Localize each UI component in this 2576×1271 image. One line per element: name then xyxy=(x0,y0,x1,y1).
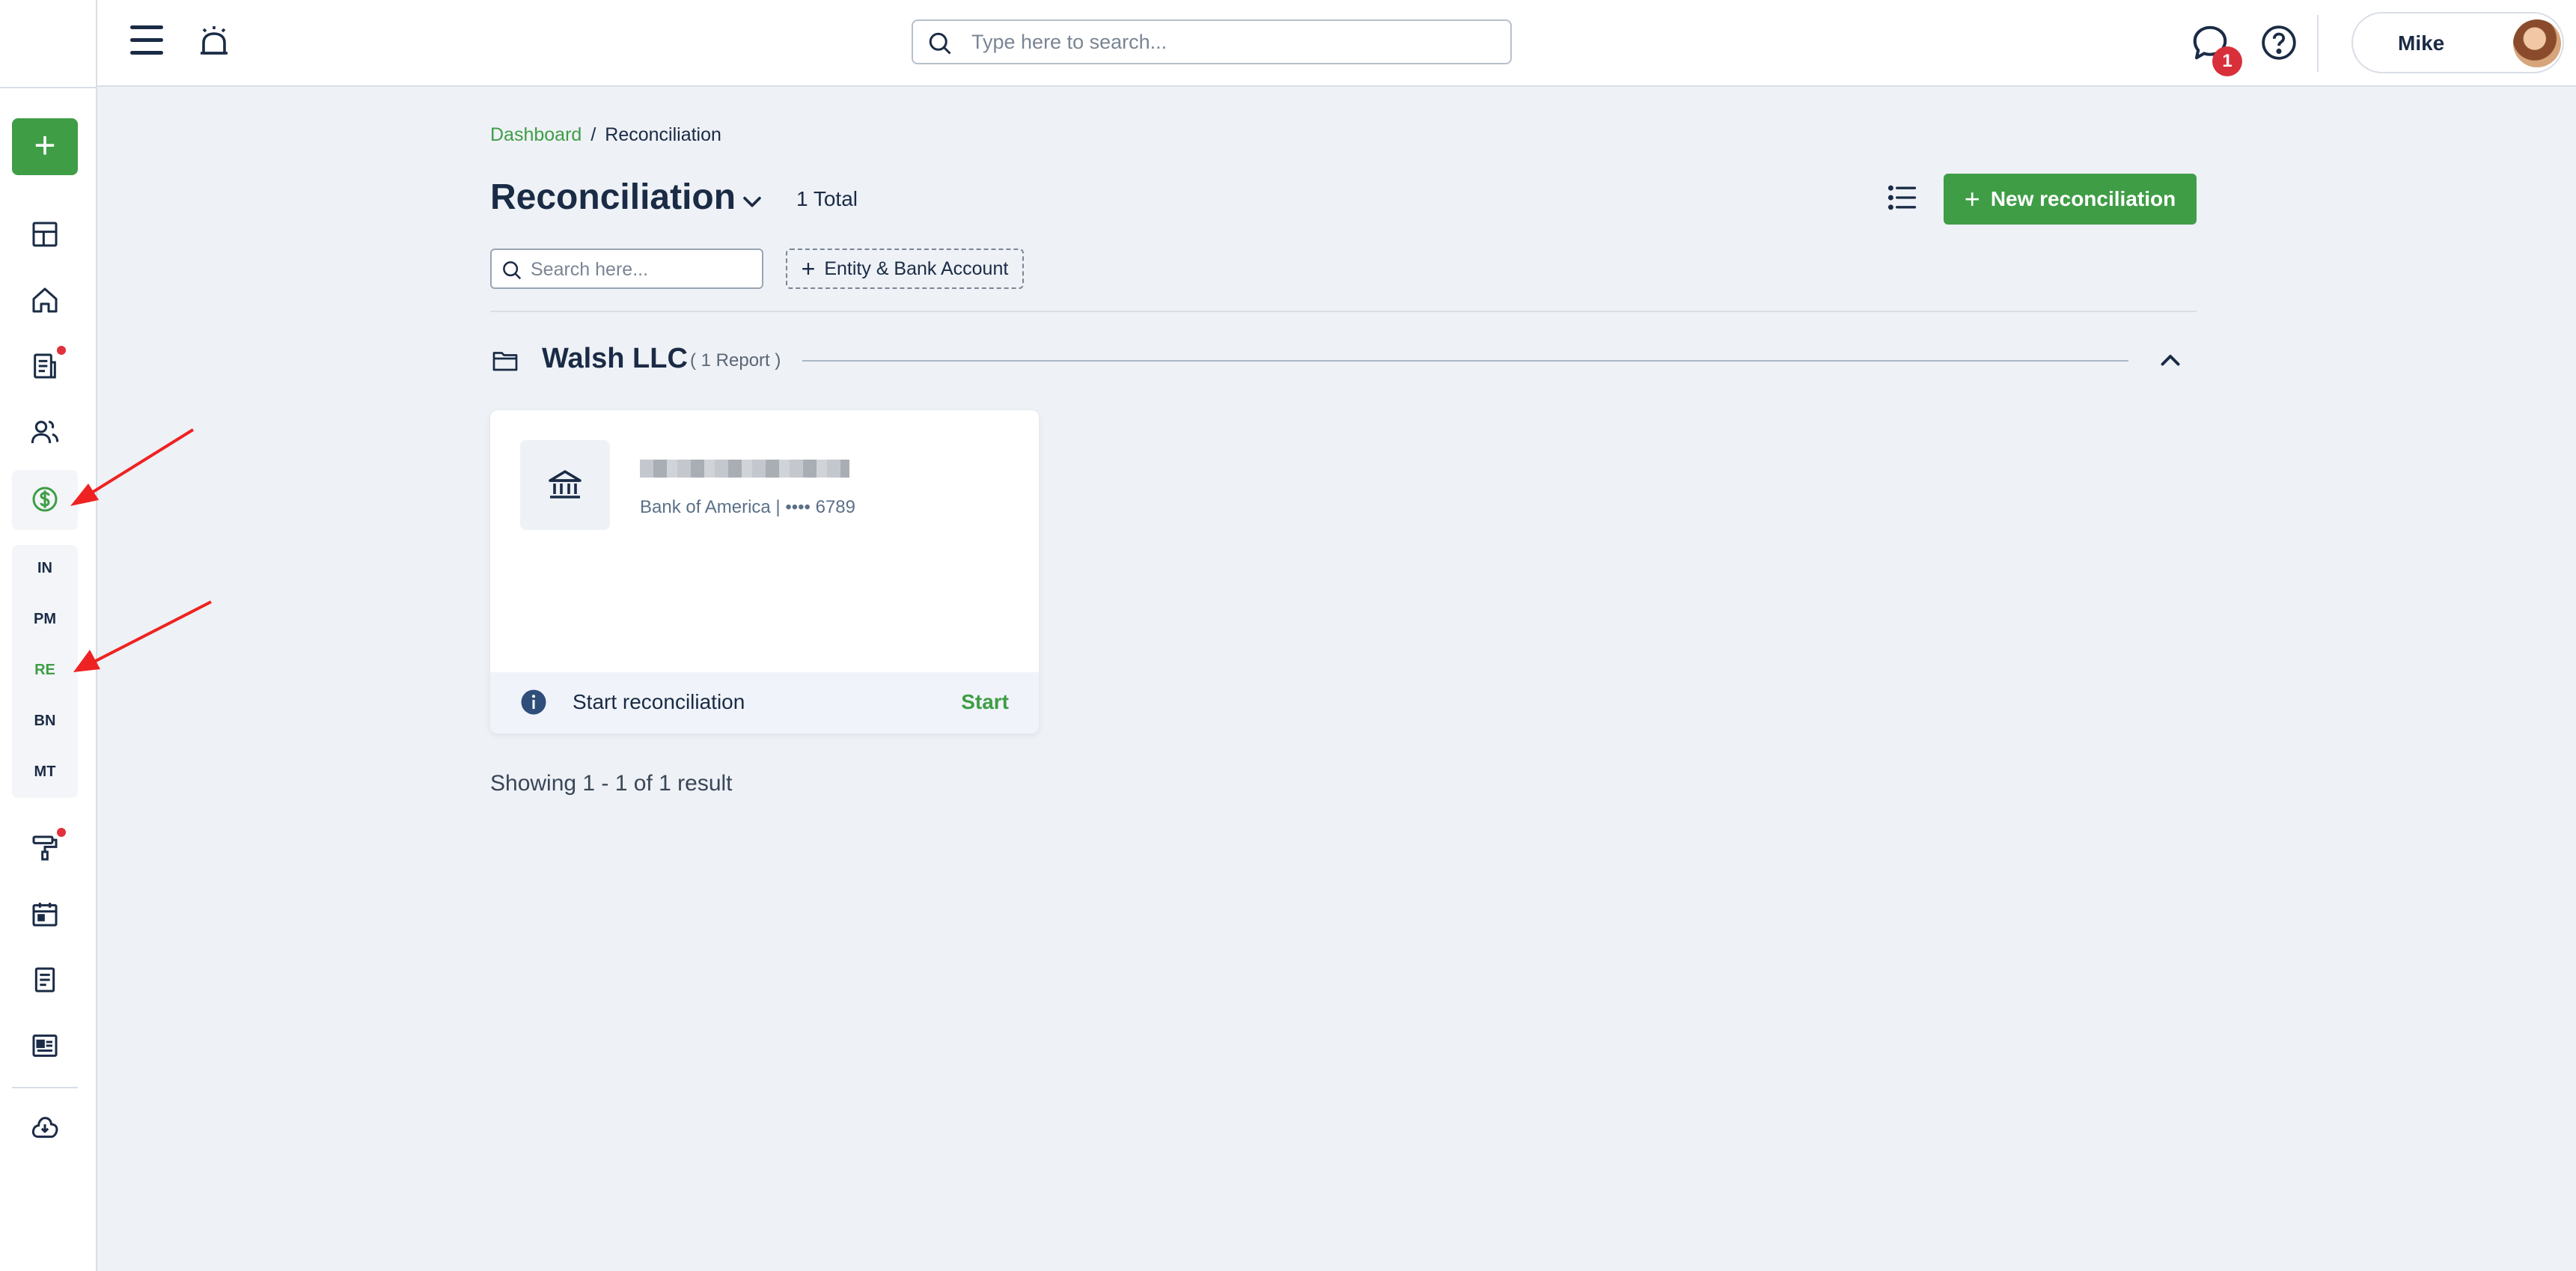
bank-icon xyxy=(549,470,582,499)
annotation-arrow-re-item xyxy=(73,600,212,672)
report-icon xyxy=(34,967,55,993)
maintenance-notification-dot xyxy=(57,828,66,837)
global-search-input[interactable] xyxy=(971,27,1495,57)
start-button[interactable]: Start xyxy=(961,690,1009,714)
global-search-box xyxy=(912,19,1512,64)
reconciliation-search-box xyxy=(490,249,763,289)
breadcrumb-current: Reconciliation xyxy=(605,124,721,145)
new-reconciliation-label: New reconciliation xyxy=(1990,187,2176,210)
listing-card-icon xyxy=(32,1034,58,1057)
bank-tile xyxy=(520,440,610,530)
sidebar-item-people[interactable] xyxy=(25,412,65,452)
top-bar: 1 Mike xyxy=(97,0,2576,87)
avatar xyxy=(2513,19,2561,67)
results-summary: Showing 1 - 1 of 1 result xyxy=(490,771,733,796)
info-icon xyxy=(521,689,546,715)
submenu-item-re[interactable]: RE xyxy=(12,662,78,679)
filters-divider xyxy=(490,311,2197,312)
plus-icon: + xyxy=(801,255,816,282)
total-count: 1 Total xyxy=(796,187,858,210)
plus-icon: + xyxy=(1964,183,1980,214)
submenu-item-bn[interactable]: BN xyxy=(12,713,78,730)
start-reconciliation-text: Start reconciliation xyxy=(573,690,745,713)
search-icon xyxy=(503,261,522,280)
search-icon xyxy=(929,32,951,55)
user-menu[interactable]: Mike xyxy=(2351,12,2564,73)
chevron-down-icon[interactable] xyxy=(739,189,765,214)
help-icon[interactable] xyxy=(2260,24,2298,61)
user-name: Mike xyxy=(2398,31,2445,55)
cloud-download-icon xyxy=(31,1117,58,1139)
dollar-circle-icon xyxy=(32,487,58,512)
sidebar-item-listings[interactable] xyxy=(25,1025,65,1066)
submenu-item-in[interactable]: IN xyxy=(12,560,78,577)
group-report-count: ( 1 Report ) xyxy=(690,350,781,371)
reconciliation-card[interactable]: Bank of America | •••• 6789 Start reconc… xyxy=(490,410,1039,734)
add-new-button[interactable]: + xyxy=(12,118,78,175)
sidebar-item-accounting[interactable] xyxy=(25,479,65,519)
submenu-item-mt[interactable]: MT xyxy=(12,763,78,781)
sidebar-item-download[interactable] xyxy=(25,1108,65,1148)
entity-bank-account-filter-button[interactable]: + Entity & Bank Account xyxy=(786,249,1024,289)
submenu-item-pm[interactable]: PM xyxy=(12,611,78,628)
sidebar-item-reports[interactable] xyxy=(25,960,65,1000)
users-icon xyxy=(31,421,59,444)
home-icon xyxy=(32,287,58,313)
paint-roller-icon xyxy=(32,835,58,861)
sidebar-item-calendar[interactable] xyxy=(25,894,65,934)
list-view-icon[interactable] xyxy=(1886,181,1919,214)
dashboard-grid-icon xyxy=(32,222,58,247)
breadcrumb-dashboard-link[interactable]: Dashboard xyxy=(490,124,582,145)
bank-account-info: Bank of America | •••• 6789 xyxy=(640,497,855,517)
breadcrumb: Dashboard / Reconciliation xyxy=(490,124,721,146)
card-footer: Start reconciliation Start xyxy=(490,672,1039,734)
chat-notification-badge: 1 xyxy=(2212,46,2242,76)
sidebar-bottom-divider xyxy=(12,1087,78,1088)
document-icon xyxy=(34,353,56,379)
page-title: Reconciliation xyxy=(490,177,736,217)
annotation-arrow-accounting-icon xyxy=(70,428,195,506)
sidebar-item-home[interactable] xyxy=(25,280,65,320)
breadcrumb-separator: / xyxy=(590,124,596,145)
redacted-account-name xyxy=(640,460,849,478)
new-reconciliation-button[interactable]: + New reconciliation xyxy=(1944,174,2197,225)
documents-notification-dot xyxy=(57,346,66,355)
alarm-bell-icon[interactable] xyxy=(196,22,232,60)
entity-filter-label: Entity & Bank Account xyxy=(824,257,1009,279)
reconciliation-search-input[interactable] xyxy=(531,256,755,283)
chevron-up-icon[interactable] xyxy=(2155,347,2185,374)
menu-toggle-icon[interactable] xyxy=(130,25,163,55)
sidebar-item-dashboard[interactable] xyxy=(25,214,65,254)
sidebar-top-divider xyxy=(0,87,97,88)
accounting-submenu: IN PM RE BN MT xyxy=(12,545,78,798)
calendar-icon xyxy=(32,903,58,927)
group-name: Walsh LLC xyxy=(542,343,688,374)
folder-icon xyxy=(492,352,518,371)
group-divider-line xyxy=(802,360,2128,362)
topbar-divider xyxy=(2317,15,2319,72)
